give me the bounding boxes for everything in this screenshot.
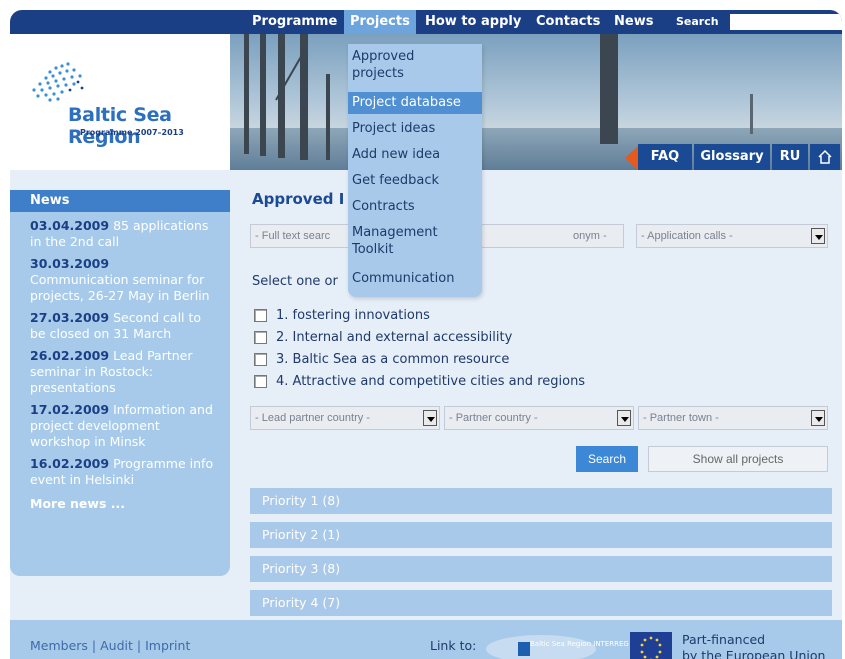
partner-town-select[interactable]: - Partner town -: [638, 406, 828, 430]
priority-3-bar[interactable]: Priority 3 (8): [250, 556, 832, 582]
eu-text-line-2: by the European Union: [682, 648, 826, 659]
chevron-down-icon: [423, 410, 437, 426]
news-item[interactable]: 27.03.2009 Second call to be closed on 3…: [30, 310, 215, 342]
footer-link-audit[interactable]: Audit: [100, 638, 133, 653]
nav-news[interactable]: News: [614, 10, 653, 34]
footer: Members | Audit | Imprint Link to: Balti…: [10, 620, 842, 659]
acronym-input[interactable]: onym -: [476, 224, 624, 248]
logo-subtitle: Programme 2007–2013: [80, 128, 184, 137]
page-title: Approved I: [252, 190, 345, 208]
nav-programme[interactable]: Programme: [252, 10, 337, 34]
projects-dropdown-menu: Approved projects Project database Proje…: [348, 44, 482, 297]
search-label: Search: [676, 15, 719, 28]
menu-item-approved-projects[interactable]: Approved projects: [348, 48, 468, 82]
search-button[interactable]: Search: [576, 446, 638, 472]
separator: |: [91, 638, 97, 653]
checkbox-label: 4. Attractive and competitive cities and…: [276, 374, 586, 389]
menu-item-project-ideas[interactable]: Project ideas: [348, 120, 482, 137]
chevron-down-icon: [811, 228, 825, 244]
more-news-link[interactable]: More news ...: [30, 496, 230, 511]
news-date: 27.03.2009: [30, 310, 110, 325]
news-date: 03.04.2009: [30, 218, 110, 233]
priority-1-bar[interactable]: Priority 1 (8): [250, 488, 832, 514]
news-date: 16.02.2009: [30, 456, 110, 471]
partner-town-value: - Partner town -: [643, 412, 719, 424]
show-all-projects-button[interactable]: Show all projects: [648, 446, 828, 472]
top-nav: Programme Projects How to apply Contacts…: [10, 10, 842, 34]
news-date: 30.03.2009: [30, 256, 110, 271]
separator: |: [136, 638, 142, 653]
partner-country-value: - Partner country -: [449, 412, 538, 424]
checkbox[interactable]: [254, 331, 267, 344]
menu-item-get-feedback[interactable]: Get feedback: [348, 172, 482, 189]
news-date: 26.02.2009: [30, 348, 110, 363]
application-calls-select[interactable]: - Application calls -: [636, 224, 828, 248]
footer-link-imprint[interactable]: Imprint: [145, 638, 190, 653]
news-item[interactable]: 16.02.2009 Programme info event in Helsi…: [30, 456, 215, 488]
news-text: Communication seminar for projects, 26-2…: [30, 272, 210, 303]
lead-partner-country-select[interactable]: - Lead partner country -: [250, 406, 440, 430]
programme-logo[interactable]: Baltic Sea Region Programme 2007–2013: [20, 52, 230, 162]
chevron-down-icon: [617, 410, 631, 426]
partner-country-select[interactable]: - Partner country -: [444, 406, 634, 430]
faq-button[interactable]: FAQ: [638, 144, 692, 170]
home-icon: [818, 149, 832, 164]
link-to-label: Link to:: [430, 638, 477, 653]
footer-links: Members | Audit | Imprint: [30, 638, 190, 653]
logo-title: Baltic Sea Region: [68, 104, 172, 148]
application-calls-value: - Application calls -: [641, 230, 733, 242]
lead-partner-country-value: - Lead partner country -: [255, 412, 370, 424]
menu-item-contracts[interactable]: Contracts: [348, 198, 482, 215]
checkbox[interactable]: [254, 375, 267, 388]
glossary-button[interactable]: Glossary: [694, 144, 770, 170]
menu-item-project-database[interactable]: Project database: [348, 92, 482, 114]
chevron-down-icon: [811, 410, 825, 426]
news-item[interactable]: 17.02.2009 Information and project devel…: [30, 402, 215, 450]
select-prompt: Select one or: [252, 274, 338, 289]
news-date: 17.02.2009: [30, 402, 110, 417]
orange-triangle-icon: [625, 146, 638, 170]
search-input[interactable]: [730, 14, 842, 30]
main-content: Approved I - Full text searc onym - - Ap…: [250, 190, 842, 616]
footer-link-members[interactable]: Members: [30, 638, 88, 653]
nav-projects[interactable]: Projects: [344, 10, 416, 34]
nav-contacts[interactable]: Contacts: [536, 10, 600, 34]
checkbox-label: 3. Baltic Sea as a common resource: [276, 352, 510, 367]
bsr-logo-text: Baltic Sea Region INTERREG III B: [530, 640, 645, 648]
priority-2-bar[interactable]: Priority 2 (1): [250, 522, 832, 548]
nav-how-to-apply[interactable]: How to apply: [425, 10, 521, 34]
eu-flag-icon: [630, 632, 672, 659]
checkbox[interactable]: [254, 353, 267, 366]
news-item[interactable]: 03.04.2009 85 applications in the 2nd ca…: [30, 218, 215, 250]
page-frame: Programme Projects How to apply Contacts…: [10, 10, 842, 659]
news-item[interactable]: 30.03.2009 Communication seminar for pro…: [30, 256, 215, 304]
checkbox-label: 1. fostering innovations: [276, 308, 430, 323]
home-button[interactable]: [810, 144, 840, 170]
logo-dots-icon: [32, 62, 84, 102]
menu-item-communication[interactable]: Communication: [348, 270, 482, 287]
news-panel: News 03.04.2009 85 applications in the 2…: [10, 190, 230, 576]
checkbox[interactable]: [254, 309, 267, 322]
eu-funding-text: Part-financed by the European Union: [682, 632, 825, 659]
news-item[interactable]: 26.02.2009 Lead Partner seminar in Rosto…: [30, 348, 215, 396]
news-heading: News: [10, 190, 230, 212]
checkbox-label: 2. Internal and external accessibility: [276, 330, 513, 345]
priority-4-bar[interactable]: Priority 4 (7): [250, 590, 832, 616]
menu-item-management-toolkit[interactable]: Management Toolkit: [348, 224, 458, 258]
menu-item-add-new-idea[interactable]: Add new idea: [348, 146, 482, 163]
eu-text-line-1: Part-financed: [682, 632, 766, 647]
language-ru-button[interactable]: RU: [772, 144, 808, 170]
